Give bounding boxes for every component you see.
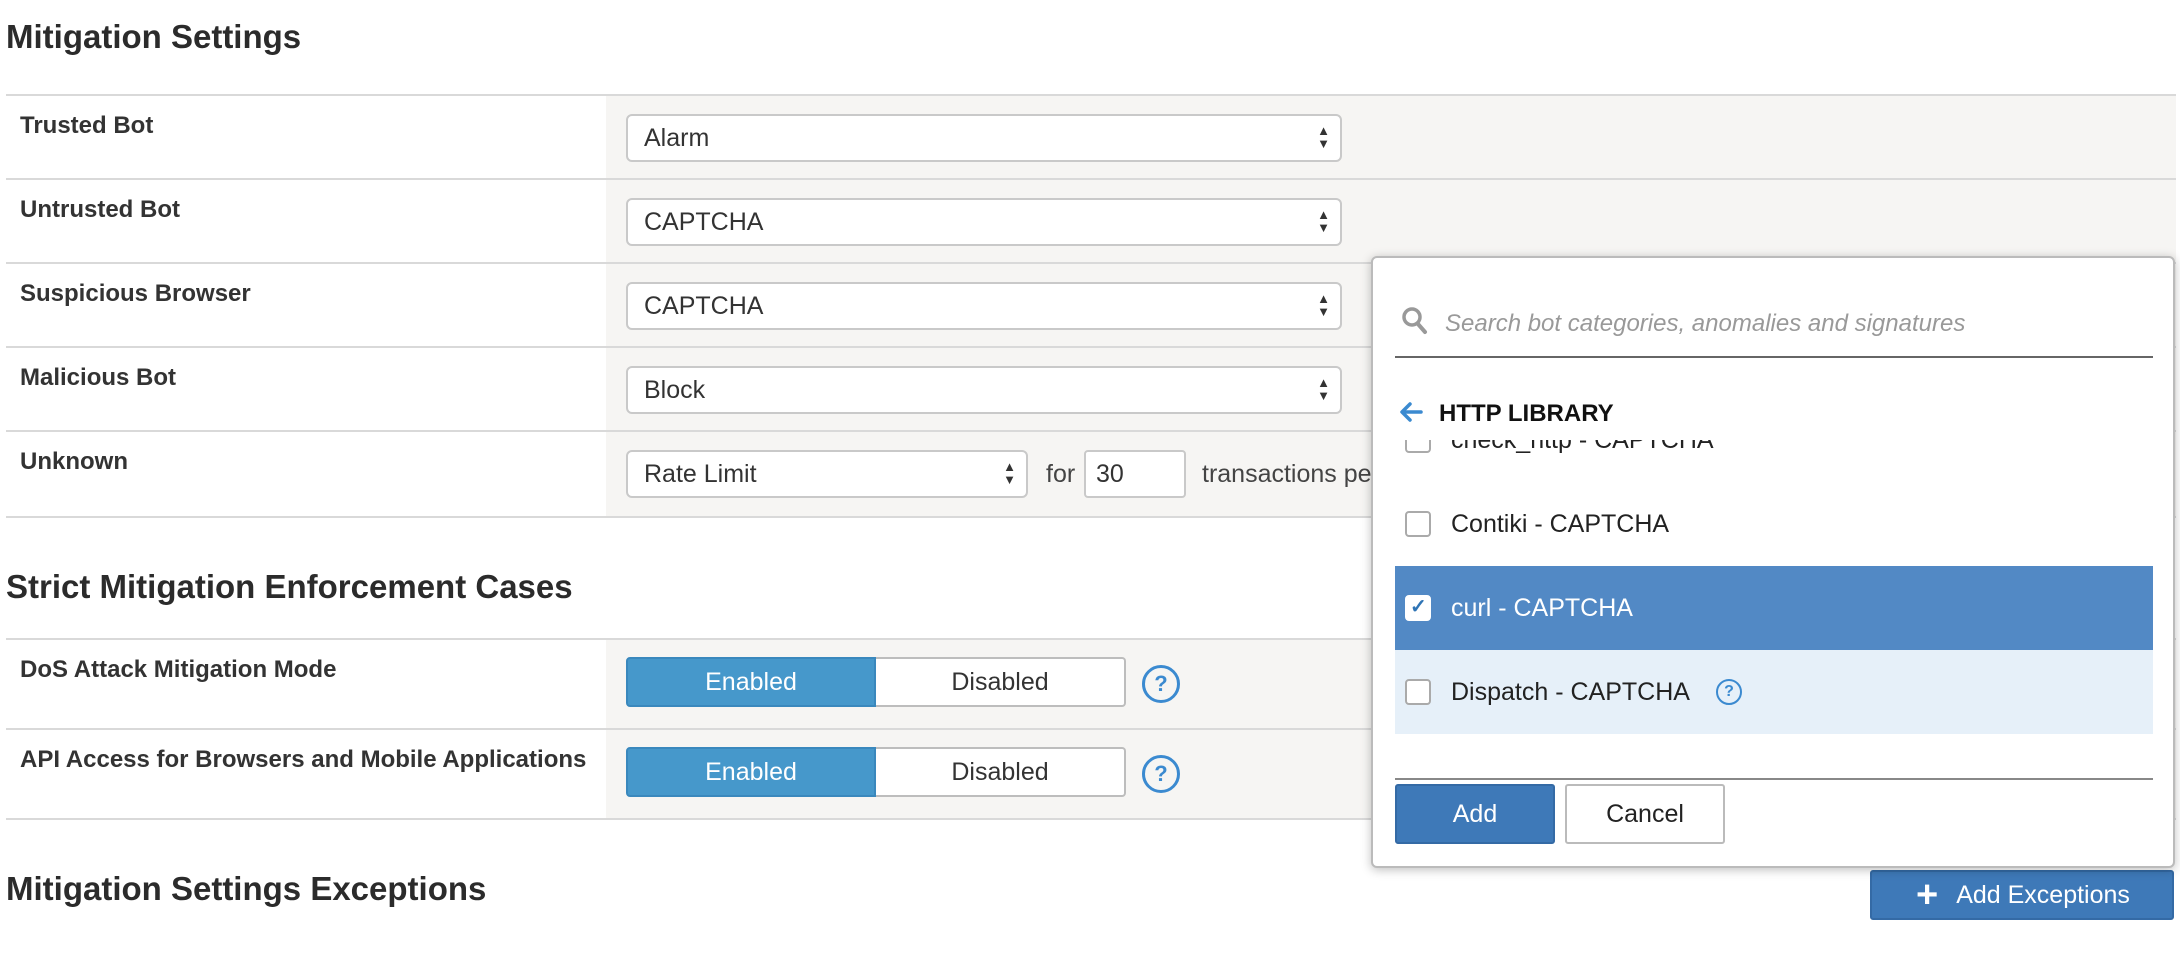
divider (1395, 778, 2153, 780)
for-label: for (1046, 460, 1076, 488)
select-value: Block (644, 376, 706, 404)
search-field[interactable]: Search bot categories, anomalies and sig… (1395, 298, 2153, 358)
section-title-strict-mitigation: Strict Mitigation Enforcement Cases (6, 568, 573, 605)
value-cell: Alarm ▲ ▼ (606, 96, 2176, 179)
row-trusted-bot: Trusted Bot Alarm ▲ ▼ (6, 94, 2176, 179)
value-cell: CAPTCHA ▲ ▼ (606, 180, 2176, 263)
checkbox-checked[interactable] (1405, 594, 1431, 621)
add-button[interactable]: Add (1395, 784, 1555, 844)
search-placeholder: Search bot categories, anomalies and sig… (1445, 310, 1966, 337)
breadcrumb-title: HTTP LIBRARY (1439, 400, 1614, 427)
help-icon[interactable]: ? (1142, 755, 1180, 793)
select-arrows-icon: ▲ ▼ (1003, 459, 1016, 487)
row-label: Trusted Bot (20, 112, 154, 139)
add-exceptions-label: Add Exceptions (1956, 881, 2130, 909)
select-arrows-icon: ▲ ▼ (1317, 375, 1330, 403)
row-label: Unknown (20, 448, 128, 475)
dos-enabled-button[interactable]: Enabled (626, 657, 876, 707)
api-access-toggle: Enabled Disabled (626, 747, 1126, 797)
trusted-bot-select[interactable]: Alarm ▲ ▼ (626, 114, 1342, 162)
breadcrumb: HTTP LIBRARY (1399, 400, 1614, 428)
help-icon[interactable]: ? (1142, 665, 1180, 703)
list-item[interactable]: Dispatch - CAPTCHA ? (1395, 650, 2153, 734)
cancel-button[interactable]: Cancel (1565, 784, 1725, 844)
item-label: Dispatch - CAPTCHA (1451, 677, 1690, 706)
select-value: CAPTCHA (644, 292, 764, 320)
section-title-mitigation-settings: Mitigation Settings (6, 18, 302, 55)
back-arrow-icon[interactable] (1399, 401, 1423, 428)
dos-mode-toggle: Enabled Disabled (626, 657, 1126, 707)
checkbox[interactable] (1405, 440, 1431, 453)
bot-signature-popup: Search bot categories, anomalies and sig… (1371, 256, 2175, 868)
checkbox[interactable] (1405, 679, 1431, 705)
suspicious-browser-select[interactable]: CAPTCHA ▲ ▼ (626, 282, 1342, 330)
malicious-bot-select[interactable]: Block ▲ ▼ (626, 366, 1342, 414)
select-value: Alarm (644, 124, 710, 152)
rate-limit-input[interactable]: 30 (1084, 450, 1186, 498)
add-exceptions-button[interactable]: + Add Exceptions (1870, 870, 2174, 920)
untrusted-bot-select[interactable]: CAPTCHA ▲ ▼ (626, 198, 1342, 246)
select-arrows-icon: ▲ ▼ (1317, 291, 1330, 319)
help-icon[interactable]: ? (1715, 679, 1742, 705)
signature-list: check_http - CAPTCHA Contiki - CAPTCHA c… (1395, 440, 2153, 778)
list-item-selected[interactable]: curl - CAPTCHA (1395, 566, 2153, 650)
row-label: API Access for Browsers and Mobile Appli… (20, 746, 587, 773)
plus-icon: + (1916, 874, 1939, 916)
api-disabled-button[interactable]: Disabled (876, 747, 1126, 797)
list-item[interactable]: check_http - CAPTCHA (1395, 440, 2153, 482)
row-untrusted-bot: Untrusted Bot CAPTCHA ▲ ▼ (6, 178, 2176, 263)
row-label: DoS Attack Mitigation Mode (20, 656, 337, 683)
select-value: CAPTCHA (644, 208, 764, 236)
transactions-per-label: transactions per (1202, 460, 1380, 488)
item-label: curl - CAPTCHA (1451, 593, 1633, 622)
list-item[interactable]: Contiki - CAPTCHA (1395, 482, 2153, 566)
unknown-select[interactable]: Rate Limit ▲ ▼ (626, 450, 1028, 498)
row-label: Suspicious Browser (20, 280, 251, 307)
select-value: Rate Limit (644, 460, 757, 488)
item-label: Contiki - CAPTCHA (1451, 509, 1670, 538)
search-icon (1401, 306, 1429, 341)
item-label: check_http - CAPTCHA (1451, 440, 1714, 455)
select-arrows-icon: ▲ ▼ (1317, 207, 1330, 235)
checkbox[interactable] (1405, 511, 1431, 537)
row-label: Untrusted Bot (20, 196, 180, 223)
select-arrows-icon: ▲ ▼ (1317, 123, 1330, 151)
dos-disabled-button[interactable]: Disabled (876, 657, 1126, 707)
row-label: Malicious Bot (20, 364, 177, 391)
section-title-exceptions: Mitigation Settings Exceptions (6, 870, 487, 907)
api-enabled-button[interactable]: Enabled (626, 747, 876, 797)
